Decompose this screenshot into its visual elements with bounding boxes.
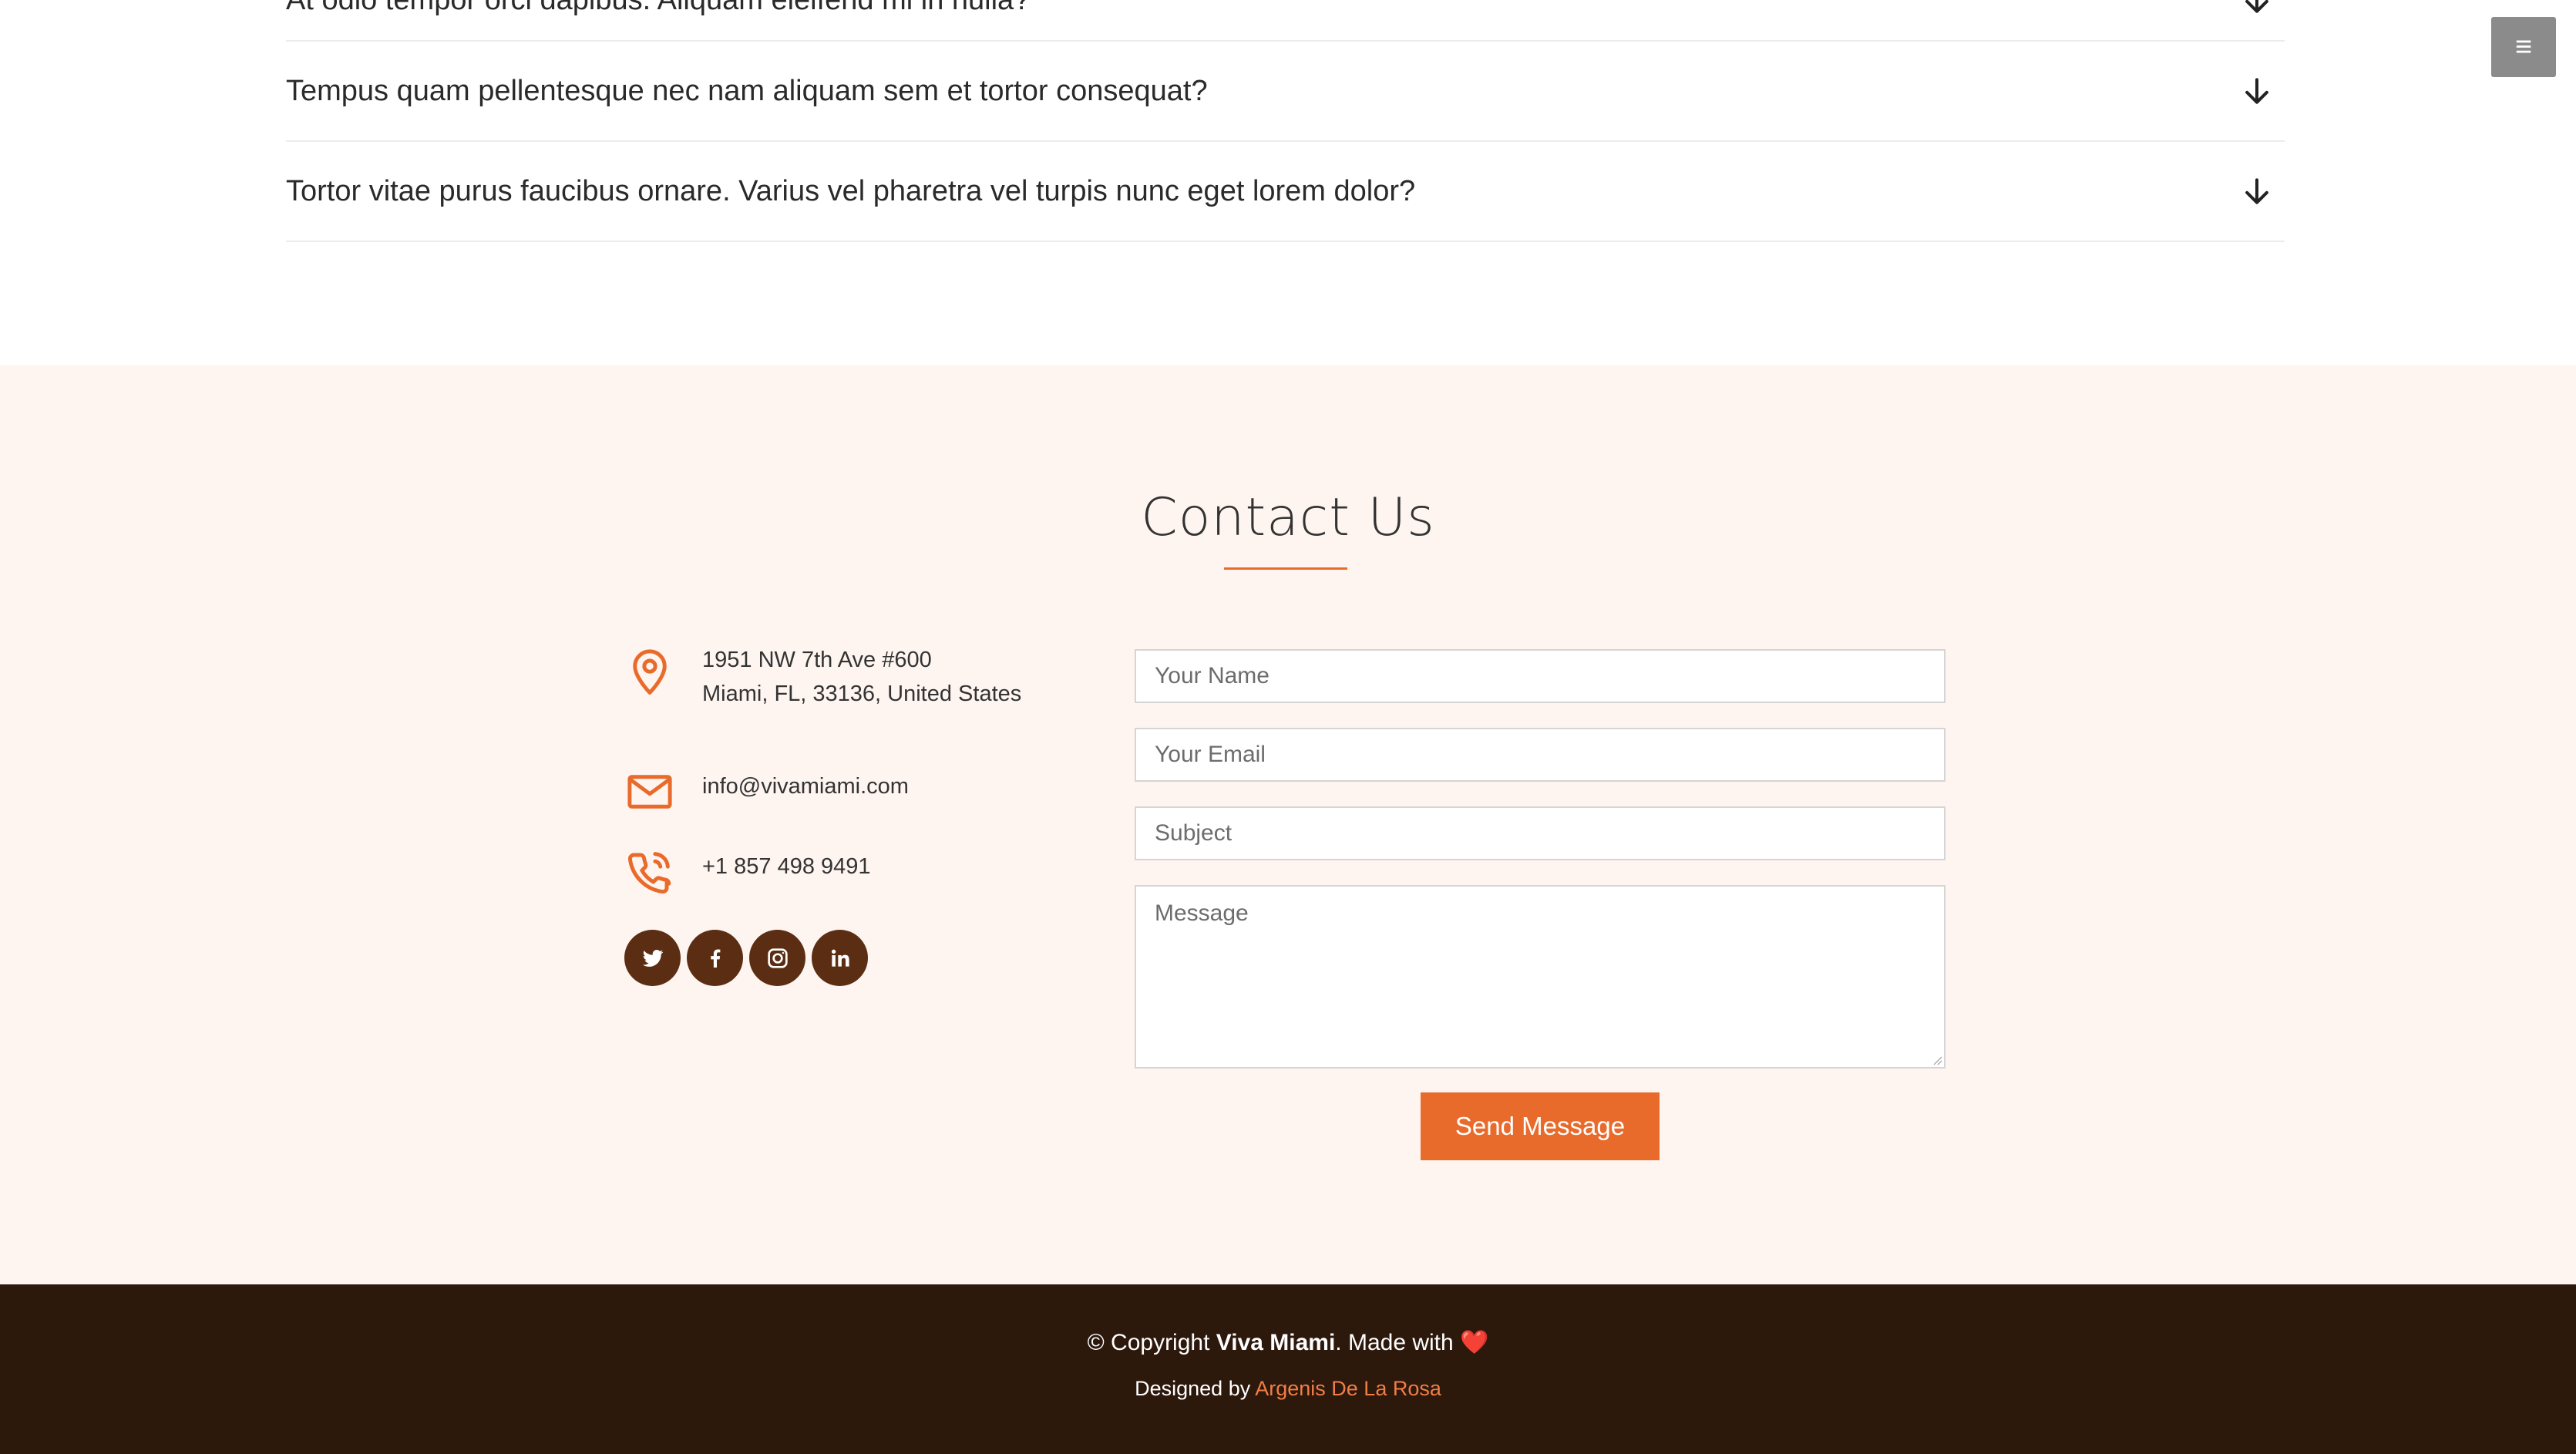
copyright-prefix: © Copyright	[1087, 1330, 1216, 1355]
phone-icon	[627, 852, 671, 894]
facebook-icon	[710, 949, 720, 968]
faq-item[interactable]: At odio tempor orci dapibus. Aliquam ele…	[286, 0, 2285, 42]
arrow-down-icon	[2245, 178, 2268, 204]
email-placeholder: Your Email	[1155, 742, 1266, 767]
arrow-down-icon	[2245, 78, 2268, 104]
section-title: Contact Us	[1141, 487, 1435, 548]
copyright-suffix: . Made with	[1335, 1330, 1461, 1355]
linkedin-button[interactable]	[812, 930, 868, 986]
address-line-1: 1951 NW 7th Ave #600	[702, 648, 932, 672]
message-textarea[interactable]: Message	[1135, 885, 1945, 1069]
hamburger-icon: ≡	[2514, 31, 2533, 63]
faq-question: Tortor vitae purus faucibus ornare. Vari…	[286, 174, 1416, 207]
faq-item[interactable]: Tortor vitae purus faucibus ornare. Vari…	[286, 142, 2285, 242]
name-field[interactable]: Your Name	[1135, 649, 1945, 703]
facebook-button[interactable]	[687, 930, 743, 986]
contact-section: Contact Us 1951 NW 7th Ave #600 Miami, F…	[0, 365, 2576, 1284]
arrow-down-icon	[2245, 0, 2268, 13]
email-field[interactable]: Your Email	[1135, 728, 1945, 782]
twitter-button[interactable]	[624, 930, 681, 986]
subject-placeholder: Subject	[1155, 820, 1233, 846]
faq-item[interactable]: Tempus quam pellentesque nec nam aliquam…	[286, 42, 2285, 142]
instagram-icon	[767, 947, 788, 968]
designed-prefix: Designed by	[1135, 1377, 1256, 1400]
menu-toggle-button[interactable]: ≡	[2491, 17, 2556, 77]
name-placeholder: Your Name	[1155, 663, 1270, 688]
subject-field[interactable]: Subject	[1135, 806, 1945, 860]
twitter-icon	[642, 949, 663, 967]
message-placeholder: Message	[1155, 900, 1249, 926]
faq-question: Tempus quam pellentesque nec nam aliquam…	[286, 74, 1208, 107]
linkedin-icon	[831, 949, 849, 967]
faq-section: At odio tempor orci dapibus. Aliquam ele…	[0, 0, 2576, 365]
send-message-button[interactable]: Send Message	[1421, 1092, 1660, 1160]
credits-text: Designed by Argenis De La Rosa	[0, 1377, 2576, 1401]
resize-handle-icon[interactable]	[1930, 1053, 1942, 1065]
envelope-icon	[627, 775, 672, 809]
address-text: 1951 NW 7th Ave #600 Miami, FL, 33136, U…	[702, 643, 1021, 711]
social-links	[624, 930, 868, 986]
designer-link[interactable]: Argenis De La Rosa	[1255, 1377, 1441, 1400]
email-text: info@vivamiami.com	[702, 774, 909, 799]
map-pin-icon	[633, 649, 667, 695]
instagram-button[interactable]	[749, 930, 805, 986]
title-underline	[1224, 567, 1347, 570]
copyright-text: © Copyright Viva Miami. Made with ❤️	[0, 1329, 2576, 1356]
address-line-2: Miami, FL, 33136, United States	[702, 682, 1022, 706]
brand-name: Viva Miami	[1216, 1330, 1336, 1355]
phone-text: +1 857 498 9491	[702, 854, 871, 879]
site-footer: © Copyright Viva Miami. Made with ❤️ Des…	[0, 1284, 2576, 1454]
faq-question: At odio tempor orci dapibus. Aliquam ele…	[286, 0, 1030, 17]
heart-icon: ❤️	[1460, 1330, 1489, 1355]
